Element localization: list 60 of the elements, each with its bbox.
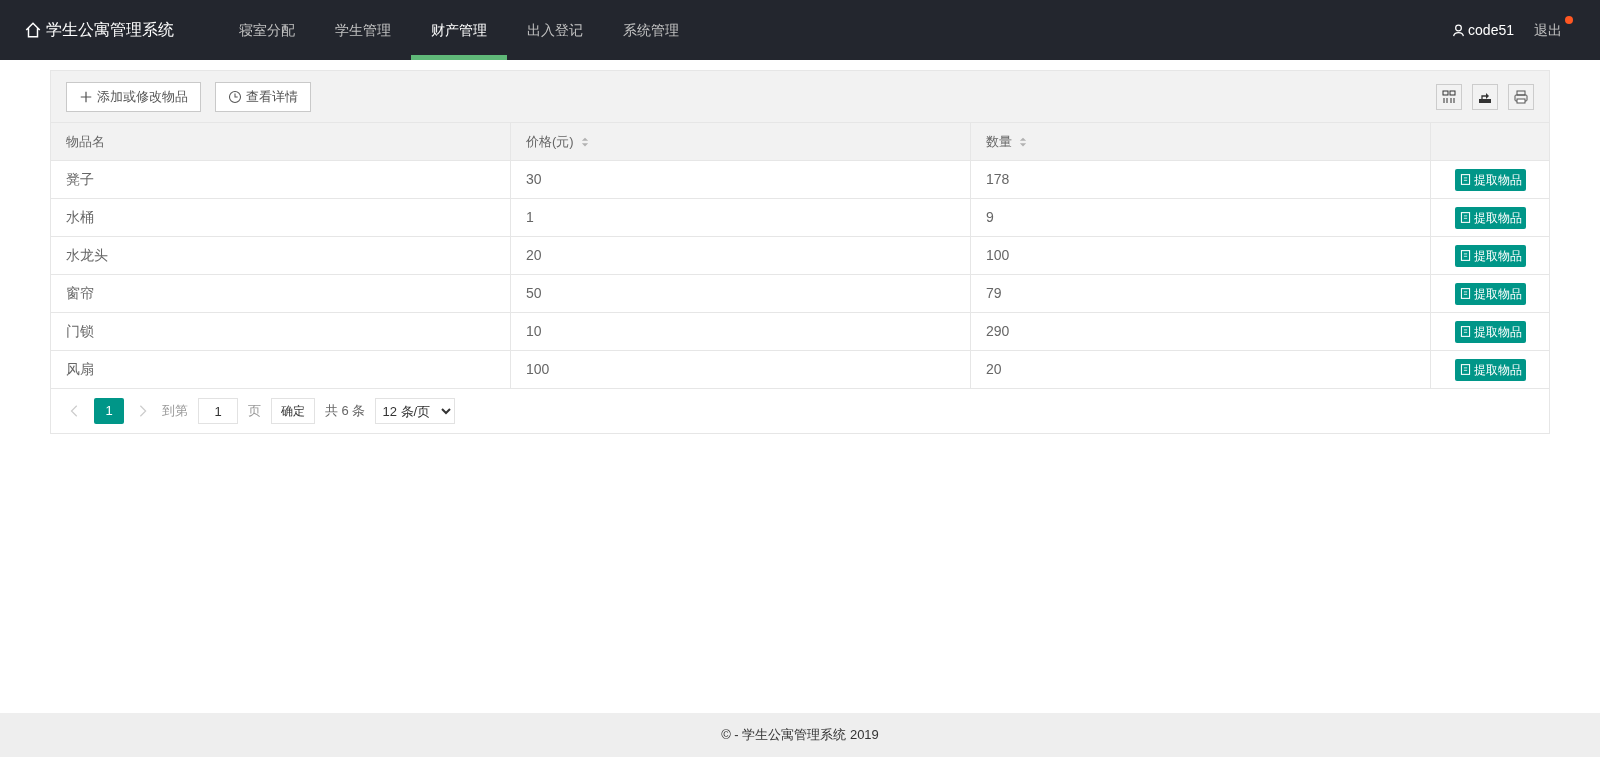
clipboard-icon [1458, 363, 1472, 376]
export-button[interactable] [1472, 83, 1498, 110]
table-cell-text: 水龙头 [66, 246, 108, 265]
clipboard-icon [1458, 325, 1472, 338]
logout-link[interactable]: 退出 [1534, 19, 1562, 41]
columns-button[interactable] [1436, 83, 1462, 110]
table-cell-text: 79 [986, 284, 1002, 303]
nav-tab[interactable]: 财产管理 [411, 0, 507, 60]
app-title: 学生公寓管理系统 [46, 20, 174, 40]
table-cell-text: 风扇 [66, 360, 94, 379]
page-button[interactable]: 1 [94, 398, 124, 424]
table-cell-text: 20 [526, 246, 542, 265]
clipboard-icon [1458, 249, 1472, 262]
clock-icon [228, 89, 242, 104]
user-icon [1452, 23, 1466, 37]
nav-tab[interactable]: 系统管理 [603, 0, 699, 60]
nav-tab[interactable]: 寝室分配 [219, 0, 315, 60]
take-item-button[interactable]: 提取物品 [1454, 206, 1526, 229]
table-cell-text: 290 [986, 322, 1010, 341]
clipboard-icon [1458, 211, 1472, 224]
columns-icon [1441, 88, 1457, 105]
table-cell-text: 100 [986, 246, 1010, 265]
table-cell-text: 凳子 [66, 170, 94, 189]
user-menu[interactable]: code51 [1452, 19, 1514, 41]
details-button[interactable]: 查看详情 [215, 81, 311, 112]
table-cell-text: 50 [526, 284, 542, 303]
total-count: 共 6 条 [325, 402, 366, 421]
table-cell-text: 窗帘 [66, 284, 94, 303]
copyright-text: © - 学生公寓管理系统 2019 [721, 726, 879, 745]
table-cell-text: 10 [526, 322, 542, 341]
plus-icon [79, 89, 93, 104]
take-item-button[interactable]: 提取物品 [1454, 168, 1526, 191]
table-cell-text: 178 [986, 170, 1010, 189]
table-cell-text: 20 [986, 360, 1002, 379]
goto-label: 到第 [162, 402, 188, 421]
table-cell-text: 30 [526, 170, 542, 189]
print-button[interactable] [1508, 83, 1534, 110]
take-item-button[interactable]: 提取物品 [1454, 320, 1526, 343]
clipboard-icon [1458, 173, 1472, 186]
take-item-button[interactable]: 提取物品 [1454, 358, 1526, 381]
table-cell-text: 水桶 [66, 208, 94, 227]
page-unit-label: 页 [248, 402, 261, 421]
print-icon [1513, 88, 1529, 105]
table-cell-text: 100 [526, 360, 550, 379]
page-size-select[interactable]: 12 条/页 [375, 398, 456, 424]
nav-tab[interactable]: 学生管理 [315, 0, 411, 60]
table-cell-text: 门锁 [66, 322, 94, 341]
column-header: 物品名 [66, 132, 105, 151]
column-header: 数量 [986, 132, 1012, 151]
home-icon [24, 21, 42, 39]
nav-tab[interactable]: 出入登记 [507, 0, 603, 60]
add-item-button[interactable]: 添加或修改物品 [66, 81, 201, 112]
page-input[interactable]: 1 [198, 398, 238, 424]
take-item-button[interactable]: 提取物品 [1454, 244, 1526, 267]
column-header: 价格(元) [526, 132, 574, 151]
take-item-button[interactable]: 提取物品 [1454, 282, 1526, 305]
confirm-button[interactable]: 确定 [271, 398, 315, 424]
clipboard-icon [1458, 287, 1472, 300]
table-cell-text: 1 [526, 208, 534, 227]
table-cell-text: 9 [986, 208, 994, 227]
